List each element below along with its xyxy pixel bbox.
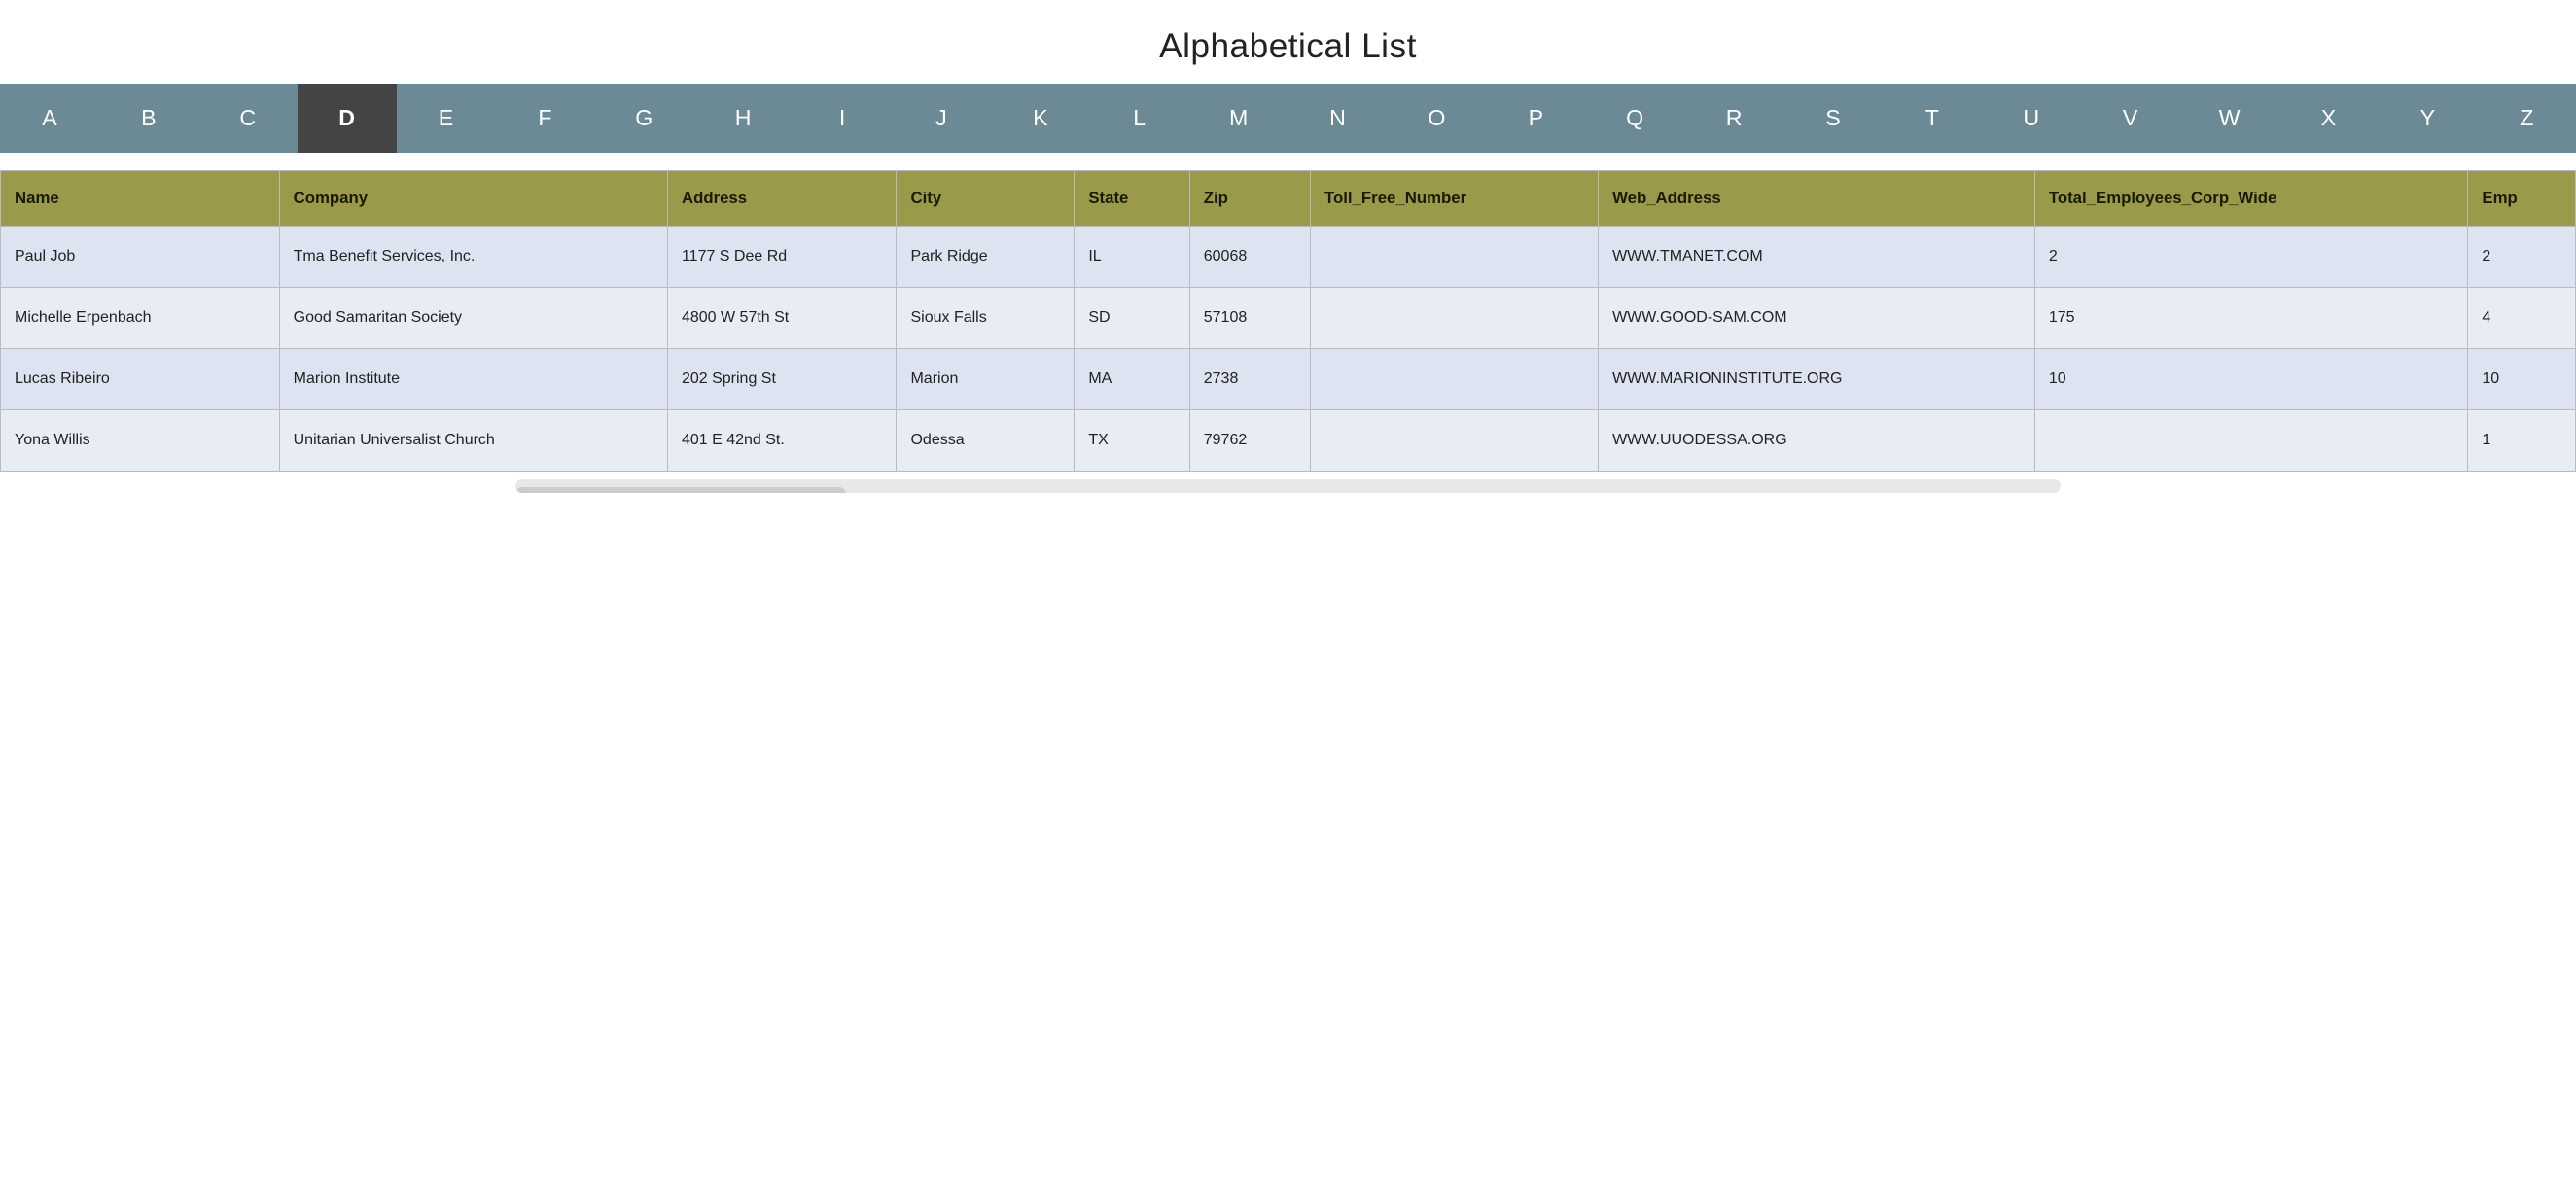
alpha-nav-item-w[interactable]: W [2180, 84, 2279, 153]
alpha-nav-item-u[interactable]: U [1982, 84, 2081, 153]
alpha-nav-item-a[interactable]: A [0, 84, 99, 153]
column-header-company: Company [279, 171, 667, 227]
alpha-nav-item-p[interactable]: P [1486, 84, 1585, 153]
table-body: Paul JobTma Benefit Services, Inc.1177 S… [1, 227, 2576, 472]
cell-name: Lucas Ribeiro [1, 349, 280, 410]
cell-toll-free-number [1311, 288, 1599, 349]
alpha-nav-item-e[interactable]: E [397, 84, 496, 153]
column-header-web-address: Web_Address [1599, 171, 2035, 227]
cell-zip: 57108 [1189, 288, 1310, 349]
alpha-nav-item-i[interactable]: I [793, 84, 892, 153]
cell-company: Unitarian Universalist Church [279, 410, 667, 472]
alpha-nav-item-m[interactable]: M [1189, 84, 1288, 153]
cell-city: Park Ridge [897, 227, 1075, 288]
cell-web-address: WWW.TMANET.COM [1599, 227, 2035, 288]
alpha-nav-item-j[interactable]: J [892, 84, 991, 153]
alpha-nav-item-f[interactable]: F [495, 84, 594, 153]
column-header-toll-free-number: Toll_Free_Number [1311, 171, 1599, 227]
cell-web-address: WWW.GOOD-SAM.COM [1599, 288, 2035, 349]
cell-company: Tma Benefit Services, Inc. [279, 227, 667, 288]
alpha-nav-item-v[interactable]: V [2081, 84, 2180, 153]
alpha-nav-item-l[interactable]: L [1090, 84, 1189, 153]
cell-total-employees-corp-wide: 175 [2034, 288, 2468, 349]
cell-web-address: WWW.UUODESSA.ORG [1599, 410, 2035, 472]
table-row: Michelle ErpenbachGood Samaritan Society… [1, 288, 2576, 349]
table-row: Paul JobTma Benefit Services, Inc.1177 S… [1, 227, 2576, 288]
alpha-nav-item-b[interactable]: B [99, 84, 198, 153]
table-header-row: NameCompanyAddressCityStateZipToll_Free_… [1, 171, 2576, 227]
alpha-nav-item-y[interactable]: Y [2378, 84, 2477, 153]
table-row: Lucas RibeiroMarion Institute202 Spring … [1, 349, 2576, 410]
alpha-nav-item-r[interactable]: R [1684, 84, 1783, 153]
cell-state: MA [1075, 349, 1189, 410]
alphabetical-list-table: NameCompanyAddressCityStateZipToll_Free_… [0, 170, 2576, 472]
cell-city: Odessa [897, 410, 1075, 472]
alpha-nav-item-t[interactable]: T [1883, 84, 1982, 153]
cell-total-employees-corp-wide: 2 [2034, 227, 2468, 288]
alpha-nav-item-z[interactable]: Z [2477, 84, 2576, 153]
alpha-nav-item-x[interactable]: X [2278, 84, 2378, 153]
cell-toll-free-number [1311, 410, 1599, 472]
cell-address: 401 E 42nd St. [667, 410, 897, 472]
cell-zip: 60068 [1189, 227, 1310, 288]
alpha-nav-item-h[interactable]: H [693, 84, 793, 153]
column-header-emp: Emp [2468, 171, 2576, 227]
alpha-nav-item-c[interactable]: C [198, 84, 298, 153]
cell-address: 202 Spring St [667, 349, 897, 410]
cell-name: Paul Job [1, 227, 280, 288]
cell-web-address: WWW.MARIONINSTITUTE.ORG [1599, 349, 2035, 410]
alpha-nav-item-s[interactable]: S [1783, 84, 1883, 153]
column-header-address: Address [667, 171, 897, 227]
scrollbar-thumb [515, 487, 846, 493]
cell-name: Michelle Erpenbach [1, 288, 280, 349]
cell-city: Sioux Falls [897, 288, 1075, 349]
cell-zip: 2738 [1189, 349, 1310, 410]
horizontal-scrollbar[interactable] [515, 479, 2061, 493]
cell-total-employees-corp-wide: 10 [2034, 349, 2468, 410]
cell-emp: 1 [2468, 410, 2576, 472]
column-header-state: State [1075, 171, 1189, 227]
cell-name: Yona Willis [1, 410, 280, 472]
cell-toll-free-number [1311, 227, 1599, 288]
alpha-nav-item-k[interactable]: K [991, 84, 1090, 153]
cell-company: Good Samaritan Society [279, 288, 667, 349]
cell-zip: 79762 [1189, 410, 1310, 472]
cell-state: TX [1075, 410, 1189, 472]
alpha-nav-item-o[interactable]: O [1387, 84, 1486, 153]
data-table-container: NameCompanyAddressCityStateZipToll_Free_… [0, 170, 2576, 493]
alpha-nav-item-d[interactable]: D [298, 84, 397, 153]
cell-emp: 4 [2468, 288, 2576, 349]
cell-address: 4800 W 57th St [667, 288, 897, 349]
cell-state: IL [1075, 227, 1189, 288]
page-title: Alphabetical List [0, 0, 2576, 84]
cell-address: 1177 S Dee Rd [667, 227, 897, 288]
column-header-city: City [897, 171, 1075, 227]
cell-total-employees-corp-wide [2034, 410, 2468, 472]
column-header-zip: Zip [1189, 171, 1310, 227]
column-header-name: Name [1, 171, 280, 227]
cell-company: Marion Institute [279, 349, 667, 410]
cell-emp: 10 [2468, 349, 2576, 410]
column-header-total-employees-corp-wide: Total_Employees_Corp_Wide [2034, 171, 2468, 227]
alpha-nav-item-q[interactable]: Q [1585, 84, 1684, 153]
alpha-nav-item-g[interactable]: G [594, 84, 693, 153]
cell-city: Marion [897, 349, 1075, 410]
cell-state: SD [1075, 288, 1189, 349]
cell-emp: 2 [2468, 227, 2576, 288]
alpha-nav-item-n[interactable]: N [1288, 84, 1388, 153]
cell-toll-free-number [1311, 349, 1599, 410]
table-row: Yona WillisUnitarian Universalist Church… [1, 410, 2576, 472]
alphabet-navigation: ABCDEFGHIJKLMNOPQRSTUVWXYZ [0, 84, 2576, 153]
